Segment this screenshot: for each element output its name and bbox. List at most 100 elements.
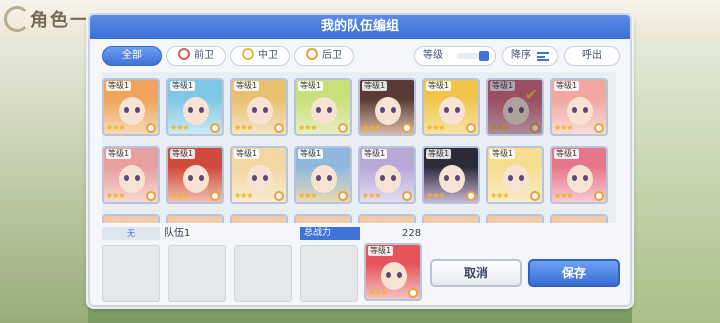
position-icon [530, 123, 540, 133]
checkmark-icon: ✔ [524, 85, 538, 104]
position-icon [146, 123, 156, 133]
character-card[interactable]: 等级1 ★★★ ✔ [486, 78, 544, 136]
sort-field-dropdown[interactable]: 等级 [414, 46, 496, 66]
character-card[interactable]: 等级1 ★★★ [294, 146, 352, 204]
team-name: 队伍1 [164, 228, 191, 239]
back-position-icon [306, 48, 318, 60]
position-icon [146, 191, 156, 201]
character-card[interactable]: 等级1 ★★★ [230, 78, 288, 136]
character-level: 等级1 [234, 149, 260, 159]
character-stars: ★★★ [298, 123, 317, 132]
character-stars: ★★★ [490, 123, 509, 132]
position-icon [338, 123, 348, 133]
character-card[interactable]: 等级1 ★★★ [550, 78, 608, 136]
character-portrait [296, 216, 350, 223]
sort-order-label: 降序 [511, 50, 531, 61]
character-card[interactable]: 等级1 ★★★ [166, 146, 224, 204]
team-slot-empty[interactable] [102, 245, 160, 302]
position-icon [402, 123, 412, 133]
character-card[interactable] [422, 214, 480, 223]
character-card[interactable]: 等级1 ★★★ [294, 78, 352, 136]
character-level: 等级1 [554, 149, 580, 159]
tab-all[interactable]: 全部 [102, 46, 162, 66]
position-icon [402, 191, 412, 201]
dialog-title: 我的队伍编组 [90, 15, 630, 39]
position-icon [210, 123, 220, 133]
character-level: 等级1 [368, 246, 394, 256]
character-level: 等级1 [234, 81, 260, 91]
character-stars: ★★★ [362, 191, 381, 200]
character-level: 等级1 [426, 149, 452, 159]
character-level: 等级1 [426, 81, 452, 91]
character-portrait [424, 216, 478, 223]
character-stars: ★★★ [426, 191, 445, 200]
position-icon [530, 191, 540, 201]
sort-order-button[interactable]: 降序 [502, 46, 558, 66]
team-slot-member[interactable]: 等级1 ★★★ [364, 243, 422, 301]
front-position-icon [178, 48, 190, 60]
position-icon [408, 288, 418, 298]
character-card[interactable] [102, 214, 160, 223]
tab-back[interactable]: 后卫 [294, 46, 354, 66]
character-card[interactable] [294, 214, 352, 223]
character-card[interactable]: 等级1 ★★★ [550, 146, 608, 204]
position-icon [594, 191, 604, 201]
total-power-value: 228 [402, 228, 422, 239]
cancel-button[interactable]: 取消 [430, 259, 522, 287]
position-icon [466, 191, 476, 201]
position-icon [210, 191, 220, 201]
character-level: 等级1 [362, 81, 388, 91]
background-left [0, 40, 88, 323]
character-card[interactable] [358, 214, 416, 223]
team-info-bar: 无 队伍1 总战力 228 [102, 227, 612, 241]
team-slot-empty[interactable] [234, 245, 292, 302]
team-mark: 无 [102, 227, 160, 240]
character-stars: ★★★ [170, 191, 189, 200]
filter-bar: 全部 前卫 中卫 后卫 等级 降序 呼出 [102, 46, 622, 66]
character-card[interactable]: 等级1 ★★★ [230, 146, 288, 204]
character-portrait [168, 216, 222, 223]
character-card[interactable]: 等级1 ★★★ [166, 78, 224, 136]
background-title: 角色一 [30, 10, 90, 31]
sort-icon [537, 52, 549, 61]
character-card[interactable]: 等级1 ★★★ [102, 146, 160, 204]
character-level: 等级1 [106, 81, 132, 91]
position-icon [274, 123, 284, 133]
character-portrait [552, 216, 606, 223]
character-card[interactable] [550, 214, 608, 223]
character-card[interactable]: 等级1 ★★★ [358, 146, 416, 204]
save-button[interactable]: 保存 [528, 259, 620, 287]
character-grid: 等级1 ★★★ 等级1 ★★★ 等级1 ★★★ 等级1 ★★★ 等级1 ★★★ 等级1 ★★★ 等级1 ★… [102, 72, 616, 223]
character-card[interactable]: 等级1 ★★★ [358, 78, 416, 136]
character-level: 等级1 [362, 149, 388, 159]
tab-middle-label: 中卫 [258, 50, 278, 61]
swirl-icon [4, 6, 30, 32]
character-stars: ★★★ [554, 191, 573, 200]
character-card[interactable]: 等级1 ★★★ [102, 78, 160, 136]
character-portrait [488, 216, 542, 223]
team-edit-dialog: 我的队伍编组 全部 前卫 中卫 后卫 等级 降序 呼出 等级1 ★★★ 等级1 ★★★… [88, 13, 632, 307]
position-icon [338, 191, 348, 201]
background-right [632, 40, 720, 323]
tab-back-label: 后卫 [322, 50, 342, 61]
character-card[interactable] [166, 214, 224, 223]
character-card[interactable]: 等级1 ★★★ [422, 78, 480, 136]
call-label: 呼出 [582, 50, 602, 61]
character-card[interactable]: 等级1 ★★★ [486, 146, 544, 204]
character-level: 等级1 [554, 81, 580, 91]
character-level: 等级1 [170, 81, 196, 91]
character-card[interactable] [230, 214, 288, 223]
character-portrait [232, 216, 286, 223]
call-button[interactable]: 呼出 [564, 46, 620, 66]
character-level: 等级1 [490, 149, 516, 159]
character-stars: ★★★ [106, 123, 125, 132]
character-stars: ★★★ [554, 123, 573, 132]
tab-front[interactable]: 前卫 [166, 46, 226, 66]
sort-field-label: 等级 [423, 50, 443, 61]
character-card[interactable]: 等级1 ★★★ [422, 146, 480, 204]
character-card[interactable] [486, 214, 544, 223]
team-slot-empty[interactable] [300, 245, 358, 302]
middle-position-icon [242, 48, 254, 60]
tab-middle[interactable]: 中卫 [230, 46, 290, 66]
team-slot-empty[interactable] [168, 245, 226, 302]
